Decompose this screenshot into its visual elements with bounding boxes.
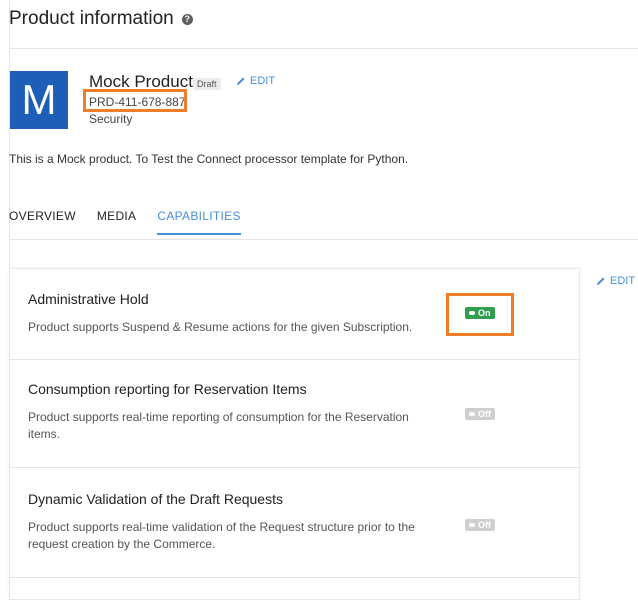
tabs-divider [9,239,638,240]
capability-description: Product supports real-time validation of… [28,520,415,551]
toggle-icon [469,412,475,416]
product-avatar: M [10,71,68,129]
capability-row-dynamic-validation: Dynamic Validation of the Draft Requests… [10,467,579,578]
edit-capabilities-label: EDIT [610,275,636,287]
product-id-highlight [83,89,187,112]
capability-row-administrative-hold: Administrative Hold Product supports Sus… [10,269,579,360]
product-category: Security [89,112,133,126]
dynamic-validation-toggle[interactable]: Off [465,519,495,531]
capability-title: Consumption reporting for Reservation It… [28,381,307,397]
tab-overview[interactable]: OVERVIEW [9,209,76,235]
status-badge: Draft [193,78,221,90]
capability-row-consumption-reporting: Consumption reporting for Reservation It… [10,359,579,468]
page-title-text: Product information [9,8,174,29]
capabilities-panel: Administrative Hold Product supports Sus… [9,268,580,600]
edit-product-button[interactable]: EDIT [236,75,275,87]
capability-title: Administrative Hold [28,291,149,307]
capability-description: Product supports Suspend & Resume action… [28,320,413,334]
help-icon[interactable]: ? [181,13,193,25]
page-title: Product information ? [9,8,193,30]
product-description: This is a Mock product. To Test the Conn… [9,152,409,166]
tab-capabilities[interactable]: CAPABILITIES [157,209,242,235]
edit-capabilities-button[interactable]: EDIT [596,275,635,287]
pencil-icon [237,77,245,85]
title-divider [9,48,638,49]
consumption-reporting-toggle[interactable]: Off [465,408,495,420]
tab-bar: OVERVIEW MEDIA CAPABILITIES [9,209,262,235]
toggle-highlight [446,293,514,336]
toggle-state: Off [478,520,491,530]
capability-description: Product supports real-time reporting of … [28,410,409,441]
toggle-icon [469,523,475,527]
tab-media[interactable]: MEDIA [97,209,137,235]
edit-product-label: EDIT [250,75,276,87]
pencil-icon [597,277,605,285]
capability-title: Dynamic Validation of the Draft Requests [28,491,283,507]
toggle-state: Off [478,409,491,419]
